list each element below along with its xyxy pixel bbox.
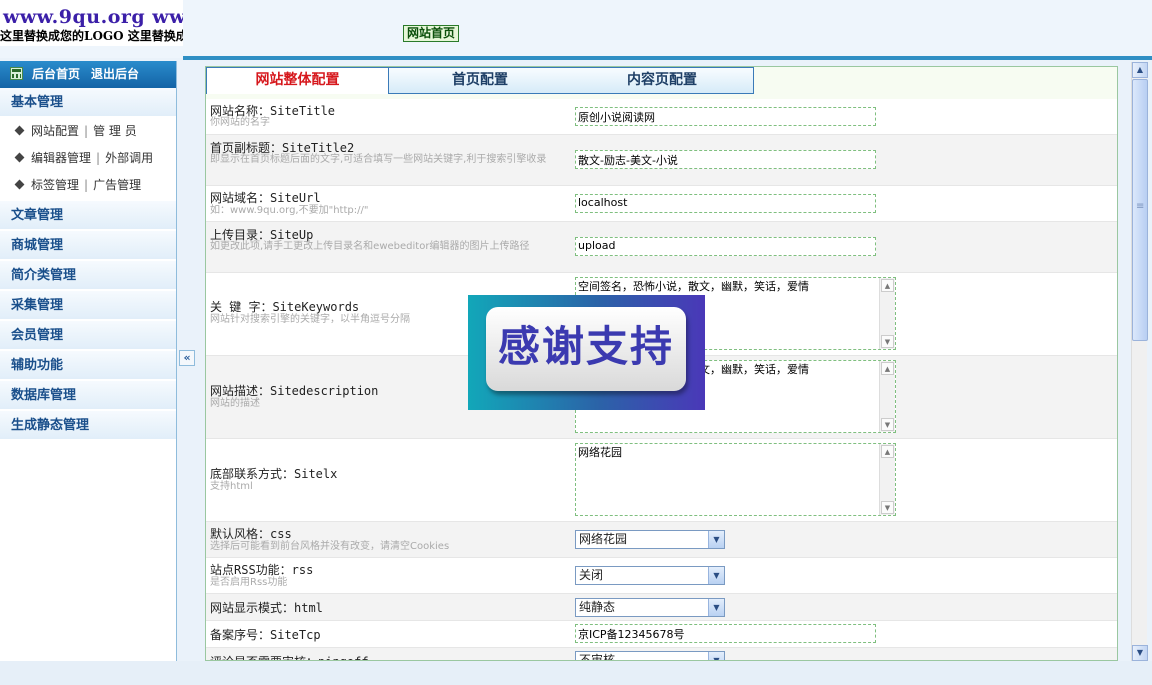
row-hint: 你网站的名字 — [210, 117, 270, 128]
upload-dir-input[interactable]: upload — [575, 237, 876, 256]
subtitle-input[interactable]: 散文-励志-美文-小说 — [575, 150, 876, 169]
chevron-down-icon[interactable]: ▼ — [708, 599, 724, 616]
form-row-icp: 备案序号：SiteTcp 京ICP备12345678号 — [206, 621, 1117, 648]
comment-review-select-value: 不审核 — [579, 653, 616, 661]
sidebar-section-basic[interactable]: 基本管理 — [0, 88, 176, 118]
rss-select-value: 关闭 — [579, 568, 604, 582]
sidebar-section-intro[interactable]: 简介类管理 — [0, 261, 176, 291]
site-logo: www.9qu.org www.9qu.org 这里替换成您的LOGO 这里替换… — [0, 0, 183, 46]
chevron-down-icon[interactable]: ▼ — [708, 567, 724, 584]
row-hint: 如更改此项,请手工更改上传目录名和ewebeditor编辑器的图片上传路径 — [210, 241, 530, 252]
sidebar-top-bar: 后台首页 退出后台 — [0, 61, 176, 88]
scroll-up-arrow-icon[interactable]: ▲ — [1132, 62, 1148, 78]
contact-textarea-wrap: 网络花园 ▲ ▼ — [575, 443, 896, 516]
sidebar-subitem-row: 网站配置 | 管 理 员 — [0, 118, 176, 145]
form-row-rss: 站点RSS功能：rss 是否启用Rss功能 关闭 ▼ — [206, 558, 1117, 594]
config-tabs: 网站整体配置 首页配置 内容页配置 — [206, 67, 1117, 95]
page-scrollbar[interactable]: ▲ ▼ — [1131, 62, 1148, 661]
logout-link[interactable]: 退出后台 — [91, 67, 139, 81]
chevron-down-icon[interactable]: ▼ — [708, 652, 724, 660]
site-config-link[interactable]: 网站配置 — [31, 124, 79, 138]
form-row-display-mode: 网站显示模式：html 纯静态 ▼ — [206, 594, 1117, 621]
row-hint: 选择后可能看到前台风格并没有改变，请清空Cookies — [210, 541, 450, 552]
header-divider — [183, 56, 1152, 60]
sidebar-section-aux[interactable]: 辅助功能 — [0, 351, 176, 381]
display-mode-select-value: 纯静态 — [579, 600, 616, 614]
calculator-icon — [10, 67, 23, 80]
editor-manage-link[interactable]: 编辑器管理 — [31, 151, 91, 165]
form-row-subtitle: 首页副标题：SiteTitle2 即显示在首页标题后面的文字,可适合填写一些网站… — [206, 135, 1117, 186]
sidebar-subitem-row: 标签管理 | 广告管理 — [0, 172, 176, 199]
sidebar-section-members[interactable]: 会员管理 — [0, 321, 176, 351]
sidebar-section-collect[interactable]: 采集管理 — [0, 291, 176, 321]
admin-home-link[interactable]: 后台首页 — [32, 67, 80, 81]
sidebar-section-shop[interactable]: 商城管理 — [0, 231, 176, 261]
row-hint: 是否启用Rss功能 — [210, 577, 288, 588]
form-row-site-title: 网站名称：SiteTitle 你网站的名字 原创小说阅读网 — [206, 99, 1117, 135]
admin-user-link[interactable]: 管 理 员 — [93, 124, 137, 138]
diamond-bullet-icon — [14, 125, 25, 136]
collapse-sidebar-button[interactable]: « — [179, 350, 195, 366]
row-label: 备案序号：SiteTcp — [210, 628, 321, 642]
form-row-style: 默认风格：css 选择后可能看到前台风格并没有改变，请清空Cookies 网络花… — [206, 522, 1117, 558]
separator: | — [96, 151, 101, 165]
sidebar-section-static[interactable]: 生成静态管理 — [0, 411, 176, 441]
textarea-scrollbar[interactable]: ▲ ▼ — [879, 278, 895, 349]
diamond-bullet-icon — [14, 152, 25, 163]
sidebar: 后台首页 退出后台 基本管理 网站配置 | 管 理 员 编辑器管理 | 外部调用 标签管理… — [0, 61, 177, 661]
separator: | — [84, 178, 89, 192]
separator: | — [84, 124, 89, 138]
header: www.9qu.org www.9qu.org 这里替换成您的LOGO 这里替换… — [0, 0, 1152, 60]
display-mode-select[interactable]: 纯静态 ▼ — [575, 598, 725, 617]
tab-site-config[interactable]: 网站整体配置 — [206, 67, 389, 94]
row-label: 评论是否需要审核：pingoff — [210, 653, 369, 660]
scrollbar-thumb[interactable] — [1132, 79, 1148, 341]
site-url-input[interactable]: localhost — [575, 194, 876, 213]
sidebar-subitem-row: 编辑器管理 | 外部调用 — [0, 145, 176, 172]
scroll-up-arrow-icon[interactable]: ▲ — [881, 279, 894, 292]
diamond-bullet-icon — [14, 179, 25, 190]
form-row-upload-dir: 上传目录：SiteUp 如更改此项,请手工更改上传目录名和ewebeditor编… — [206, 222, 1117, 273]
external-call-link[interactable]: 外部调用 — [105, 151, 153, 165]
textarea-scrollbar[interactable]: ▲ ▼ — [879, 361, 895, 432]
scroll-up-arrow-icon[interactable]: ▲ — [881, 445, 894, 458]
tab-content-config[interactable]: 内容页配置 — [571, 67, 754, 94]
style-select-value: 网络花园 — [579, 532, 628, 546]
chevron-down-icon[interactable]: ▼ — [708, 531, 724, 548]
scroll-down-arrow-icon[interactable]: ▼ — [1132, 645, 1148, 661]
thanks-text: 感谢支持 — [486, 307, 686, 391]
comment-review-select[interactable]: 不审核 ▼ — [575, 651, 725, 661]
ad-manage-link[interactable]: 广告管理 — [93, 178, 141, 192]
icp-input[interactable]: 京ICP备12345678号 — [575, 624, 876, 643]
row-hint: 支持html — [210, 481, 253, 492]
logo-placeholder-text: 这里替换成您的LOGO 这里替换成您的LOGO — [0, 29, 183, 43]
tag-manage-link[interactable]: 标签管理 — [31, 178, 79, 192]
form-row-comment-review: 评论是否需要审核：pingoff 不审核 ▼ — [206, 648, 1117, 661]
bottom-strip — [0, 661, 1152, 685]
logo-url-text: www.9qu.org www.9qu.org — [3, 6, 183, 28]
row-label: 网站显示模式：html — [210, 601, 323, 615]
scroll-down-arrow-icon[interactable]: ▼ — [881, 335, 894, 348]
scroll-up-arrow-icon[interactable]: ▲ — [881, 362, 894, 375]
contact-textarea[interactable]: 网络花园 — [575, 443, 896, 516]
scroll-down-arrow-icon[interactable]: ▼ — [881, 418, 894, 431]
form-row-site-url: 网站域名：SiteUrl 如：www.9qu.org,不要加"http://" … — [206, 186, 1117, 222]
form-row-contact: 底部联系方式：Sitelx 支持html 网络花园 ▲ ▼ — [206, 439, 1117, 522]
row-hint: 即显示在首页标题后面的文字,可适合填写一些网站关键字,利于搜索引擎收录 — [210, 154, 547, 165]
tab-home-config[interactable]: 首页配置 — [389, 67, 571, 94]
rss-select[interactable]: 关闭 ▼ — [575, 566, 725, 585]
site-title-input[interactable]: 原创小说阅读网 — [575, 107, 876, 126]
site-home-link[interactable]: 网站首页 — [403, 25, 460, 42]
row-hint: 如：www.9qu.org,不要加"http://" — [210, 205, 369, 216]
style-select[interactable]: 网络花园 ▼ — [575, 530, 725, 549]
thanks-overlay-banner: 感谢支持 — [468, 295, 705, 410]
scroll-down-arrow-icon[interactable]: ▼ — [881, 501, 894, 514]
textarea-scrollbar[interactable]: ▲ ▼ — [879, 444, 895, 515]
sidebar-section-articles[interactable]: 文章管理 — [0, 201, 176, 231]
sidebar-section-database[interactable]: 数据库管理 — [0, 381, 176, 411]
